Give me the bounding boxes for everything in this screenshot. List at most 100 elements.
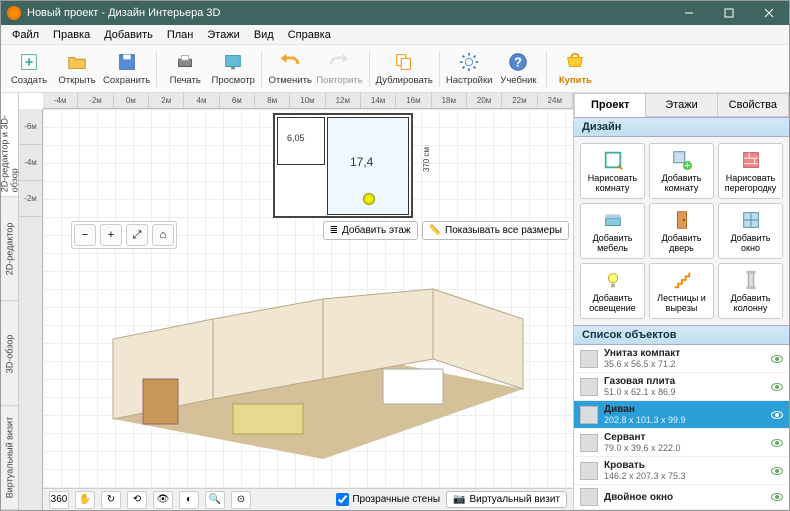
transparent-walls-input[interactable] [336,493,349,506]
nav-look-button[interactable]: 👁 [153,491,173,509]
visibility-icon[interactable] [771,467,783,475]
menu-add[interactable]: Добавить [97,27,160,43]
nav-rotate-button[interactable]: ↻ [101,491,121,509]
open-button[interactable]: Открыть [53,47,101,91]
design-grid: Нарисовать комнатуДобавить комнатуНарисо… [574,137,789,325]
ruler-tick: 14м [361,93,396,108]
draw-partition-icon [740,149,762,171]
duplicate-button[interactable]: Дублировать [374,47,435,91]
nav-orbit-button[interactable]: ⟲ [127,491,147,509]
create-icon [18,51,40,73]
nav-tilt-button[interactable]: ◐ [179,491,199,509]
design-stairs-cutouts[interactable]: Лестницы и вырезы [649,263,714,319]
settings-button[interactable]: Настройки [444,47,495,91]
design-add-lighting[interactable]: Добавить освещение [580,263,645,319]
design-draw-room[interactable]: Нарисовать комнату [580,143,645,199]
ruler-tick: 12м [326,93,361,108]
menu-edit[interactable]: Правка [46,27,97,43]
object-thumb-icon [580,462,598,480]
add-furniture-icon [602,209,624,231]
undo-icon [279,51,301,73]
object-item[interactable]: Двойное окно [574,485,789,510]
add-door-icon [671,209,693,231]
canvas-area[interactable]: -4м-2м0м2м4м6м8м10м12м14м16м18м20м22м24м… [19,93,573,510]
floorplan-2d[interactable]: 6,05 17,4 370 см [273,113,413,218]
menu-floors[interactable]: Этажи [200,27,246,43]
ruler-horizontal: -4м-2м0м2м4м6м8м10м12м14м16м18м20м22м24м [43,93,573,109]
menu-help[interactable]: Справка [281,27,338,43]
design-add-door[interactable]: Добавить дверь [649,203,714,259]
ruler-tick: 8м [255,93,290,108]
open-icon [66,51,88,73]
add-lighting-icon [602,269,624,291]
right-tabs: Проект Этажи Свойства [574,93,789,117]
buy-icon [564,51,586,73]
sidetab-2d[interactable]: 2D-редактор [1,197,18,301]
design-draw-partition[interactable]: Нарисовать перегородку [718,143,783,199]
maximize-button[interactable] [709,1,749,25]
nav-360-button[interactable]: 360 [49,491,69,509]
cabinet-object[interactable] [143,379,178,424]
menu-plan[interactable]: План [160,27,201,43]
visibility-icon[interactable] [771,355,783,363]
ruler-tick: 18м [432,93,467,108]
transparent-walls-checkbox[interactable]: Прозрачные стены [336,493,440,506]
design-header: Дизайн [574,117,789,137]
room2-area-label: 17,4 [350,155,373,169]
sidetab-2d-3d[interactable]: 2D-редактор и 3D-обзор [1,93,18,197]
save-button[interactable]: Сохранить [101,47,152,91]
visibility-icon[interactable] [771,493,783,501]
menu-view[interactable]: Вид [247,27,281,43]
show-dimensions-button[interactable]: 📏Показывать все размеры [422,221,569,240]
redo-icon [328,51,350,73]
object-item[interactable]: Диван202.8 x 101.3 x 99.9 [574,401,789,429]
tab-properties[interactable]: Свойства [718,93,789,117]
bed-object[interactable] [383,369,443,404]
preview-button[interactable]: Просмотр [209,47,257,91]
redo-button[interactable]: Повторить [314,47,364,91]
main-toolbar: СоздатьОткрытьСохранитьПечатьПросмотрОтм… [1,45,789,93]
minimize-button[interactable] [669,1,709,25]
save-icon [116,51,138,73]
side-tabs: 2D-редактор и 3D-обзор 2D-редактор 3D-об… [1,93,19,510]
undo-button[interactable]: Отменить [266,47,314,91]
visibility-icon[interactable] [771,383,783,391]
view-3d[interactable] [83,239,543,469]
camera-icon: 📷 [453,494,465,505]
design-add-column[interactable]: Добавить колонну [718,263,783,319]
tutorial-button[interactable]: ?Учебник [494,47,542,91]
tab-project[interactable]: Проект [574,93,646,117]
design-add-furniture[interactable]: Добавить мебель [580,203,645,259]
preview-icon [222,51,244,73]
ruler-tick: 20м [467,93,502,108]
right-panel: Проект Этажи Свойства Дизайн Нарисовать … [573,93,789,510]
virtual-visit-button[interactable]: 📷 Виртуальный визит [446,491,567,508]
add-floor-button[interactable]: ≣Добавить этаж [323,221,418,240]
tab-floors[interactable]: Этажи [646,93,717,117]
object-item[interactable]: Сервант79.0 x 39.6 x 222.0 [574,429,789,457]
object-item[interactable]: Газовая плита51.0 x 62.1 x 86.9 [574,373,789,401]
nav-pan-button[interactable]: ✋ [75,491,95,509]
sidetab-virtual[interactable]: Виртуальный визит [1,406,18,510]
print-button[interactable]: Печать [161,47,209,91]
viewport[interactable]: 6,05 17,4 370 см − + ⤢ ⌂ ≣Добавить этаж … [43,109,573,488]
create-button[interactable]: Создать [5,47,53,91]
close-button[interactable] [749,1,789,25]
nav-zoom-button[interactable]: 🔍 [205,491,225,509]
design-add-window[interactable]: Добавить окно [718,203,783,259]
add-room-icon [671,149,693,171]
sidetab-3d[interactable]: 3D-обзор [1,302,18,406]
design-add-room[interactable]: Добавить комнату [649,143,714,199]
visibility-icon[interactable] [771,411,783,419]
object-item[interactable]: Кровать146.2 x 207.3 x 75.3 [574,457,789,485]
layers-icon: ≣ [330,225,338,236]
menu-file[interactable]: Файл [5,27,46,43]
sofa-object[interactable] [233,404,303,434]
nav-reset-button[interactable]: ⊙ [231,491,251,509]
object-thumb-icon [580,406,598,424]
object-item[interactable]: Унитаз компакт35.6 x 56.5 x 71.2 [574,345,789,373]
buy-button[interactable]: Купить [551,47,599,91]
visibility-icon[interactable] [771,439,783,447]
camera-marker-icon[interactable] [363,193,375,205]
dimension-right: 370 см [422,147,431,172]
